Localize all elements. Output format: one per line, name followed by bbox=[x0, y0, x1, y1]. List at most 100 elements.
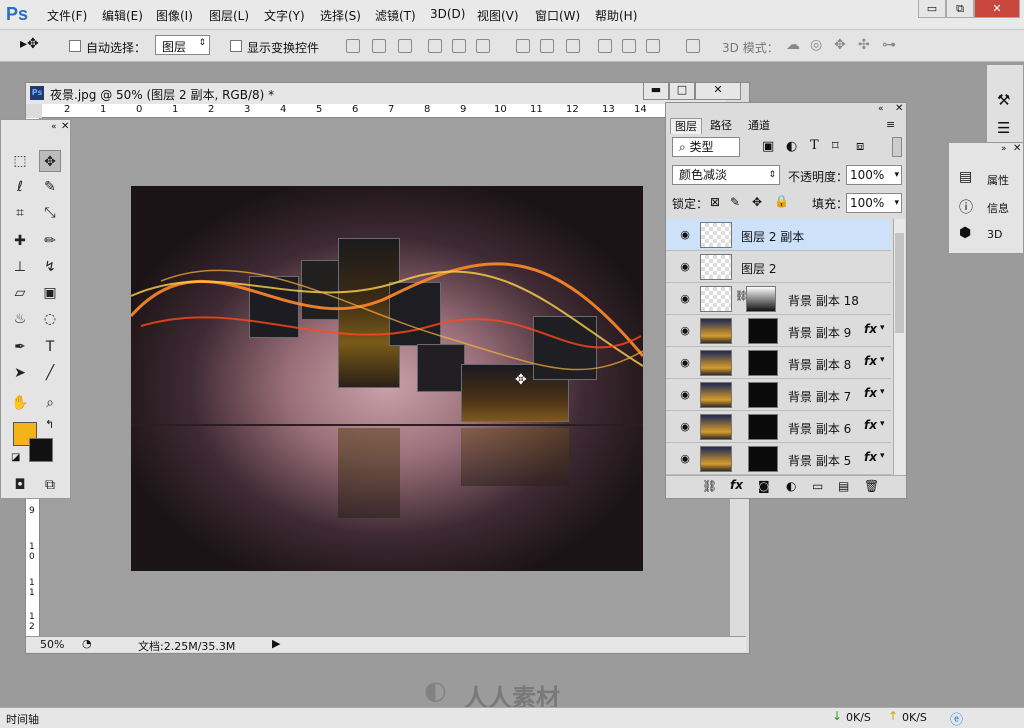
chevron-down-icon[interactable]: ▾ bbox=[880, 451, 885, 461]
distribute-left-icon[interactable] bbox=[598, 39, 612, 53]
align-left-icon[interactable] bbox=[428, 39, 442, 53]
auto-select-dropdown[interactable]: 图层 ⇕ bbox=[155, 35, 210, 55]
visibility-eye-icon[interactable]: ◉ bbox=[678, 324, 692, 337]
properties-label[interactable]: 属性 bbox=[987, 172, 1009, 188]
line-tool-icon[interactable]: ╱ bbox=[39, 362, 61, 384]
default-colors-icon[interactable]: ◪ bbox=[11, 452, 20, 463]
quick-select-tool-icon[interactable]: ✎ bbox=[39, 176, 61, 198]
fill-field[interactable]: 100% ▾ bbox=[846, 193, 902, 213]
visibility-eye-icon[interactable]: ◉ bbox=[678, 260, 692, 273]
distribute-top-icon[interactable] bbox=[516, 39, 530, 53]
eraser-tool-icon[interactable]: ▱ bbox=[9, 282, 31, 304]
close-icon[interactable]: ✕ bbox=[1013, 143, 1021, 154]
visibility-eye-icon[interactable]: ◉ bbox=[678, 388, 692, 401]
screen-mode-icon[interactable]: ⧉ bbox=[39, 474, 61, 496]
history-brush-tool-icon[interactable]: ↯ bbox=[39, 256, 61, 278]
info-label[interactable]: 信息 bbox=[987, 200, 1009, 216]
menu-edit[interactable]: 编辑(E) bbox=[102, 7, 143, 24]
link-layers-icon[interactable]: ⛓ bbox=[702, 479, 717, 493]
layer-row[interactable]: ◉ 背景 副本 9 fx ▾ bbox=[666, 315, 891, 347]
app-minimize-button[interactable]: ▭ bbox=[918, 0, 946, 18]
pan-3d-icon[interactable]: ✥ bbox=[834, 37, 846, 53]
brush-presets-icon[interactable]: ⚒ bbox=[997, 91, 1010, 109]
tab-paths[interactable]: 路径 bbox=[706, 118, 736, 134]
shape-filter-icon[interactable]: ⌑ bbox=[832, 139, 839, 154]
pixel-filter-icon[interactable]: ▣ bbox=[762, 139, 774, 154]
panel-menu-icon[interactable]: ≡ bbox=[886, 118, 895, 131]
pen-tool-icon[interactable]: ✒ bbox=[9, 336, 31, 358]
close-icon[interactable]: ✕ bbox=[61, 121, 69, 132]
layer-effects-badge[interactable]: fx bbox=[864, 386, 877, 400]
lasso-tool-icon[interactable]: ℓ bbox=[9, 176, 31, 198]
dodge-tool-icon[interactable]: ◌ bbox=[39, 308, 61, 330]
scale-3d-icon[interactable]: ⊶ bbox=[882, 37, 896, 53]
app-close-button[interactable]: ✕ bbox=[974, 0, 1020, 18]
zoom-tool-icon[interactable]: ⌕ bbox=[39, 392, 61, 414]
healing-brush-tool-icon[interactable]: ✚ bbox=[9, 230, 31, 252]
blur-tool-icon[interactable]: ♨ bbox=[9, 308, 31, 330]
add-style-icon[interactable]: fx bbox=[730, 478, 743, 492]
lock-position-icon[interactable]: ✥ bbox=[752, 195, 762, 209]
roll-3d-icon[interactable]: ◎ bbox=[810, 37, 822, 53]
menu-3d[interactable]: 3D(D) bbox=[430, 7, 465, 21]
swap-colors-icon[interactable]: ↰ bbox=[45, 418, 54, 431]
path-select-tool-icon[interactable]: ➤ bbox=[9, 362, 31, 384]
auto-align-icon[interactable] bbox=[686, 39, 700, 53]
timeline-label[interactable]: 时间轴 bbox=[6, 711, 39, 727]
info-icon[interactable]: ⓘ bbox=[959, 197, 973, 217]
lock-pixels-icon[interactable]: ✎ bbox=[730, 195, 740, 209]
visibility-eye-icon[interactable]: ◉ bbox=[678, 356, 692, 369]
crop-tool-icon[interactable]: ⌗ bbox=[9, 202, 31, 224]
doc-close-button[interactable]: ✕ bbox=[695, 82, 741, 100]
app-restore-button[interactable]: ⧉ bbox=[946, 0, 974, 18]
chevron-down-icon[interactable]: ▾ bbox=[880, 355, 885, 365]
layer-effects-badge[interactable]: fx bbox=[864, 418, 877, 432]
layer-row[interactable]: ◉ 背景 副本 7 fx ▾ bbox=[666, 379, 891, 411]
chevron-down-icon[interactable]: ▾ bbox=[880, 419, 885, 429]
distribute-right-icon[interactable] bbox=[646, 39, 660, 53]
eyedropper-tool-icon[interactable]: ⤡ bbox=[39, 202, 61, 224]
visibility-eye-icon[interactable]: ◉ bbox=[678, 292, 692, 305]
layer-row[interactable]: ◉ 背景 副本 5 fx ▾ bbox=[666, 443, 891, 475]
align-top-icon[interactable] bbox=[346, 39, 360, 53]
type-filter-icon[interactable]: T bbox=[810, 138, 819, 153]
adjustment-filter-icon[interactable]: ◐ bbox=[786, 139, 797, 154]
layer-row[interactable]: ◉ 图层 2 bbox=[666, 251, 891, 283]
menu-type[interactable]: 文字(Y) bbox=[264, 7, 305, 24]
menu-image[interactable]: 图像(I) bbox=[156, 7, 193, 24]
new-layer-icon[interactable]: ▤ bbox=[838, 479, 849, 493]
quick-mask-icon[interactable]: ◘ bbox=[9, 474, 31, 496]
3d-label[interactable]: 3D bbox=[987, 228, 1002, 241]
show-transform-checkbox[interactable] bbox=[230, 40, 242, 52]
canvas-image[interactable]: ✥ bbox=[131, 186, 643, 571]
clone-stamp-tool-icon[interactable]: ⊥ bbox=[9, 256, 31, 278]
distribute-bottom-icon[interactable] bbox=[566, 39, 580, 53]
blend-mode-dropdown[interactable]: 颜色减淡 ⇕ bbox=[672, 165, 780, 185]
layer-effects-badge[interactable]: fx bbox=[864, 354, 877, 368]
move-tool-icon[interactable]: ✥ bbox=[39, 150, 61, 172]
auto-select-checkbox[interactable] bbox=[69, 40, 81, 52]
visibility-eye-icon[interactable]: ◉ bbox=[678, 452, 692, 465]
browser-icon[interactable]: ⓔ bbox=[950, 709, 963, 728]
hand-tool-icon[interactable]: ✋ bbox=[9, 392, 31, 414]
slide-3d-icon[interactable]: ✣ bbox=[858, 37, 870, 53]
background-color-swatch[interactable] bbox=[29, 438, 53, 462]
expand-icon[interactable]: » bbox=[1001, 144, 1007, 154]
lock-transparent-icon[interactable]: ⊠ bbox=[710, 195, 720, 209]
adjustments-icon[interactable]: ☰ bbox=[997, 119, 1010, 137]
doc-minimize-button[interactable]: ▬ bbox=[643, 82, 669, 100]
layer-row[interactable]: ◉ ⛓ 背景 副本 18 bbox=[666, 283, 891, 315]
zoom-value[interactable]: 50% bbox=[40, 638, 64, 651]
filter-toggle-switch[interactable] bbox=[892, 137, 902, 157]
layer-row[interactable]: ◉ 图层 2 副本 bbox=[666, 219, 891, 251]
align-bottom-icon[interactable] bbox=[398, 39, 412, 53]
move-tool-icon[interactable]: ▸✥ bbox=[20, 36, 39, 52]
visibility-eye-icon[interactable]: ◉ bbox=[678, 420, 692, 433]
align-hcenter-icon[interactable] bbox=[452, 39, 466, 53]
marquee-tool-icon[interactable]: ⬚ bbox=[9, 150, 31, 172]
align-vcenter-icon[interactable] bbox=[372, 39, 386, 53]
close-icon[interactable]: ✕ bbox=[895, 103, 903, 114]
smart-object-filter-icon[interactable]: ⧈ bbox=[856, 139, 864, 154]
distribute-vcenter-icon[interactable] bbox=[540, 39, 554, 53]
brush-tool-icon[interactable]: ✏ bbox=[39, 230, 61, 252]
